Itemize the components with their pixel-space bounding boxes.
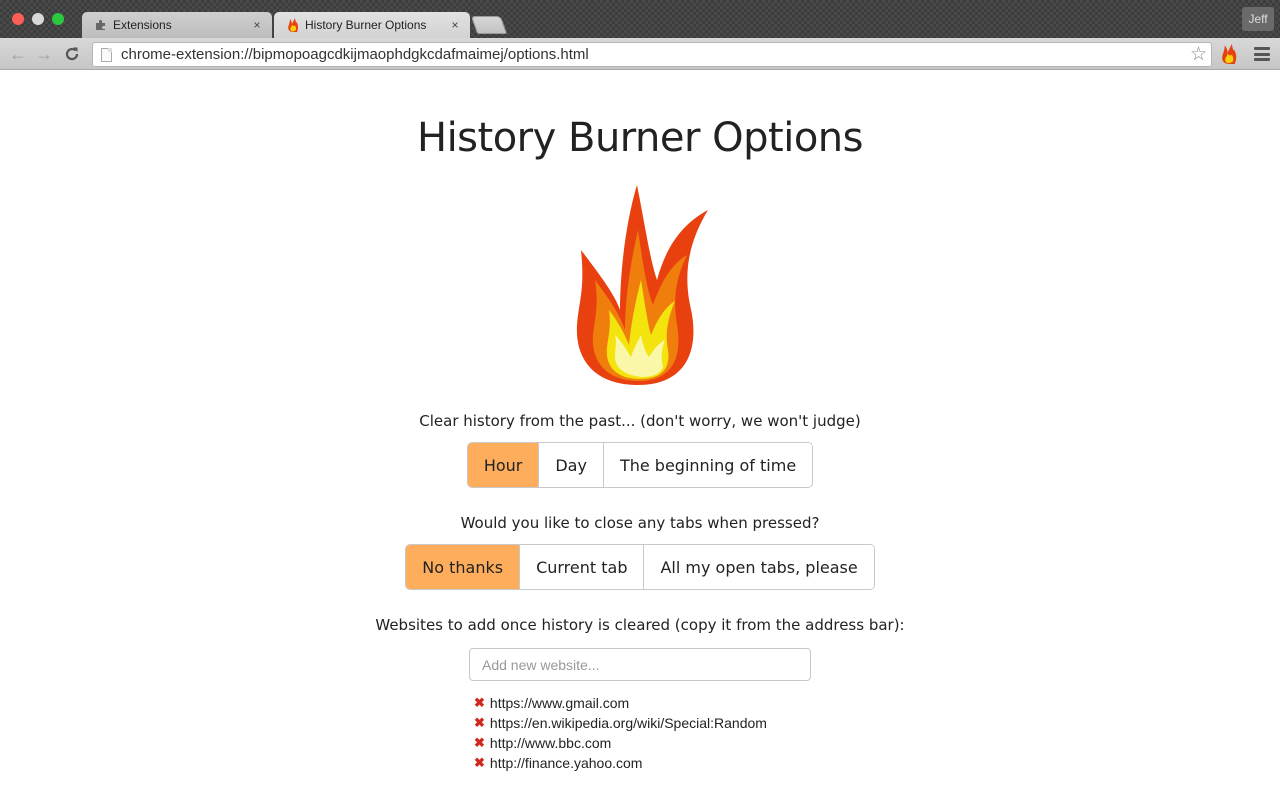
menu-bar (1254, 52, 1270, 56)
remove-icon[interactable]: ✖ (474, 755, 485, 771)
hamburger-menu-icon[interactable] (1254, 47, 1270, 61)
list-item: ✖ https://www.gmail.com (474, 693, 811, 713)
flame-icon (286, 18, 300, 32)
website-url: https://www.gmail.com (489, 695, 630, 711)
clear-history-range-group: Hour Day The beginning of time (466, 442, 814, 488)
puzzle-piece-icon (94, 18, 108, 32)
address-bar-url[interactable]: chrome-extension://bipmopoagcdkijmaophdg… (121, 46, 1190, 63)
add-website-input[interactable] (469, 648, 811, 681)
menu-bar (1254, 47, 1270, 50)
tab-title: History Burner Options (305, 18, 427, 32)
clear-history-label: Clear history from the past... (don't wo… (419, 412, 861, 430)
list-item: ✖ http://finance.yahoo.com (474, 753, 811, 773)
remove-icon[interactable]: ✖ (474, 735, 485, 751)
close-none-button[interactable]: No thanks (406, 545, 521, 589)
tab-history-burner-options[interactable]: History Burner Options × (274, 12, 470, 38)
range-all-time-button[interactable]: The beginning of time (603, 443, 813, 487)
website-list: ✖ https://www.gmail.com ✖ https://en.wik… (469, 693, 811, 773)
list-item: ✖ https://en.wikipedia.org/wiki/Special:… (474, 713, 811, 733)
website-url: http://finance.yahoo.com (489, 755, 643, 771)
tab-title: Extensions (113, 18, 172, 32)
zoom-window-button[interactable] (52, 13, 64, 25)
range-hour-button[interactable]: Hour (467, 443, 540, 487)
close-current-tab-button[interactable]: Current tab (520, 545, 645, 589)
history-burner-extension-icon[interactable] (1220, 44, 1240, 64)
options-page: History Burner Options Clear history fro… (0, 71, 1280, 800)
reload-icon[interactable] (62, 44, 82, 64)
tab-close-icon[interactable]: × (250, 18, 264, 32)
website-url: https://en.wikipedia.org/wiki/Special:Ra… (489, 715, 767, 731)
website-url: http://www.bbc.com (489, 735, 612, 751)
menu-bar (1254, 58, 1270, 61)
range-day-button[interactable]: Day (539, 443, 604, 487)
close-tabs-group: No thanks Current tab All my open tabs, … (405, 544, 875, 590)
tab-close-icon[interactable]: × (448, 18, 462, 32)
minimize-window-button[interactable] (32, 13, 44, 25)
websites-label: Websites to add once history is cleared … (375, 616, 905, 634)
address-bar[interactable]: chrome-extension://bipmopoagcdkijmaophdg… (92, 42, 1212, 67)
close-all-tabs-button[interactable]: All my open tabs, please (644, 545, 874, 589)
list-item: ✖ http://www.bbc.com (474, 733, 811, 753)
flame-logo-icon (565, 185, 715, 390)
close-tabs-label: Would you like to close any tabs when pr… (460, 514, 820, 532)
page-icon (101, 47, 112, 62)
bookmark-star-icon[interactable]: ☆ (1190, 43, 1207, 66)
new-tab-button[interactable] (470, 16, 508, 34)
forward-arrow-icon[interactable]: → (34, 44, 54, 64)
close-window-button[interactable] (12, 13, 24, 25)
remove-icon[interactable]: ✖ (474, 695, 485, 711)
tab-extensions[interactable]: Extensions × (82, 12, 272, 38)
window-titlebar: Extensions × History Burner Options × Je… (0, 0, 1280, 38)
profile-button[interactable]: Jeff (1242, 7, 1274, 31)
page-title: History Burner Options (416, 115, 864, 161)
browser-toolbar: ← → chrome-extension://bipmopoagcdkijmao… (0, 38, 1280, 70)
back-arrow-icon[interactable]: ← (8, 44, 28, 64)
remove-icon[interactable]: ✖ (474, 715, 485, 731)
